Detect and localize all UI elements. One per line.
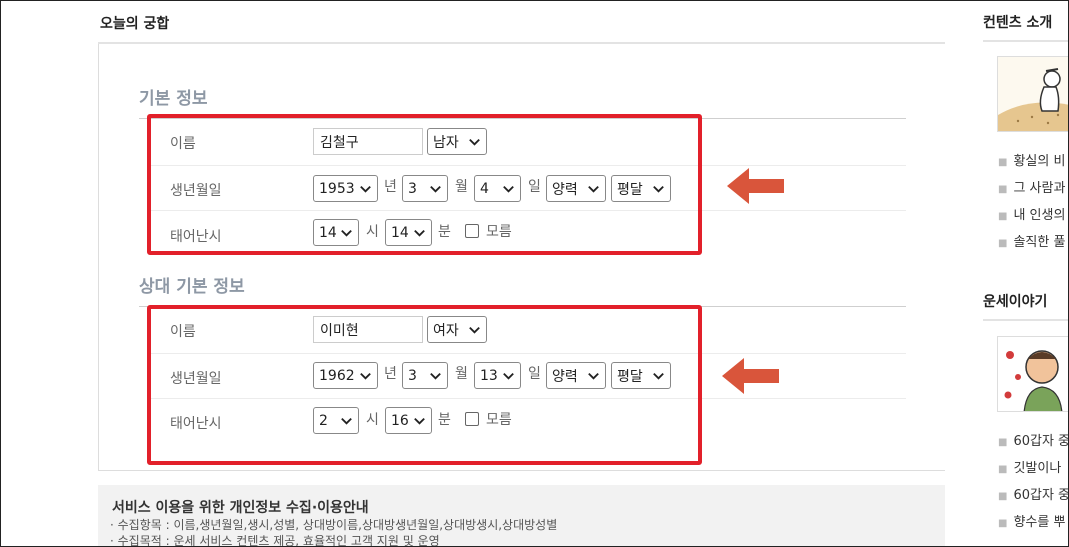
sidebar-link[interactable]: ■ 그 사람과	[998, 177, 1065, 196]
cartoon-illustration-icon	[998, 57, 1068, 131]
sidebar-link[interactable]: ■ 내 인생의	[998, 204, 1065, 223]
sidebar-link[interactable]: ■ 60갑자 중	[998, 430, 1069, 449]
sidebar-divider	[983, 40, 1069, 42]
left-arrow-icon	[722, 358, 779, 394]
page-title: 오늘의 궁합	[100, 16, 170, 32]
privacy-notice-line: · 수집항목 : 이름,생년월일,생시,성별, 상대방이름,상대방생년월일,상대…	[110, 518, 558, 532]
sidebar-link[interactable]: ■ 향수를 뿌	[998, 511, 1065, 530]
sidebar-link[interactable]: ■ 60갑자 중	[998, 484, 1069, 503]
section-title-basic-info: 기본 정보	[139, 89, 208, 109]
contents-thumbnail[interactable]	[997, 56, 1069, 132]
cartoon-illustration-icon	[998, 337, 1068, 411]
privacy-notice-title: 서비스 이용을 위한 개인정보 수집·이용안내	[112, 500, 369, 516]
fortune-thumbnail[interactable]	[997, 336, 1069, 412]
sidebar-title-contents: 컨텐츠 소개	[983, 15, 1053, 31]
left-arrow-icon	[727, 168, 784, 204]
highlight-box	[147, 305, 702, 465]
sidebar-title-fortune-stories: 운세이야기	[983, 294, 1048, 310]
sidebar-divider	[983, 319, 1069, 321]
section-title-partner-info: 상대 기본 정보	[139, 277, 245, 297]
sidebar-link[interactable]: ■ 황실의 비	[998, 150, 1065, 169]
sidebar-link[interactable]: ■ 깃발이나	[998, 457, 1061, 476]
highlight-box	[147, 114, 702, 255]
sidebar-link[interactable]: ■ 솔직한 풀	[998, 231, 1065, 250]
privacy-notice-line: · 수집목적 : 운세 서비스 컨텐츠 제공, 효율적인 고객 지원 및 운영	[110, 534, 440, 547]
